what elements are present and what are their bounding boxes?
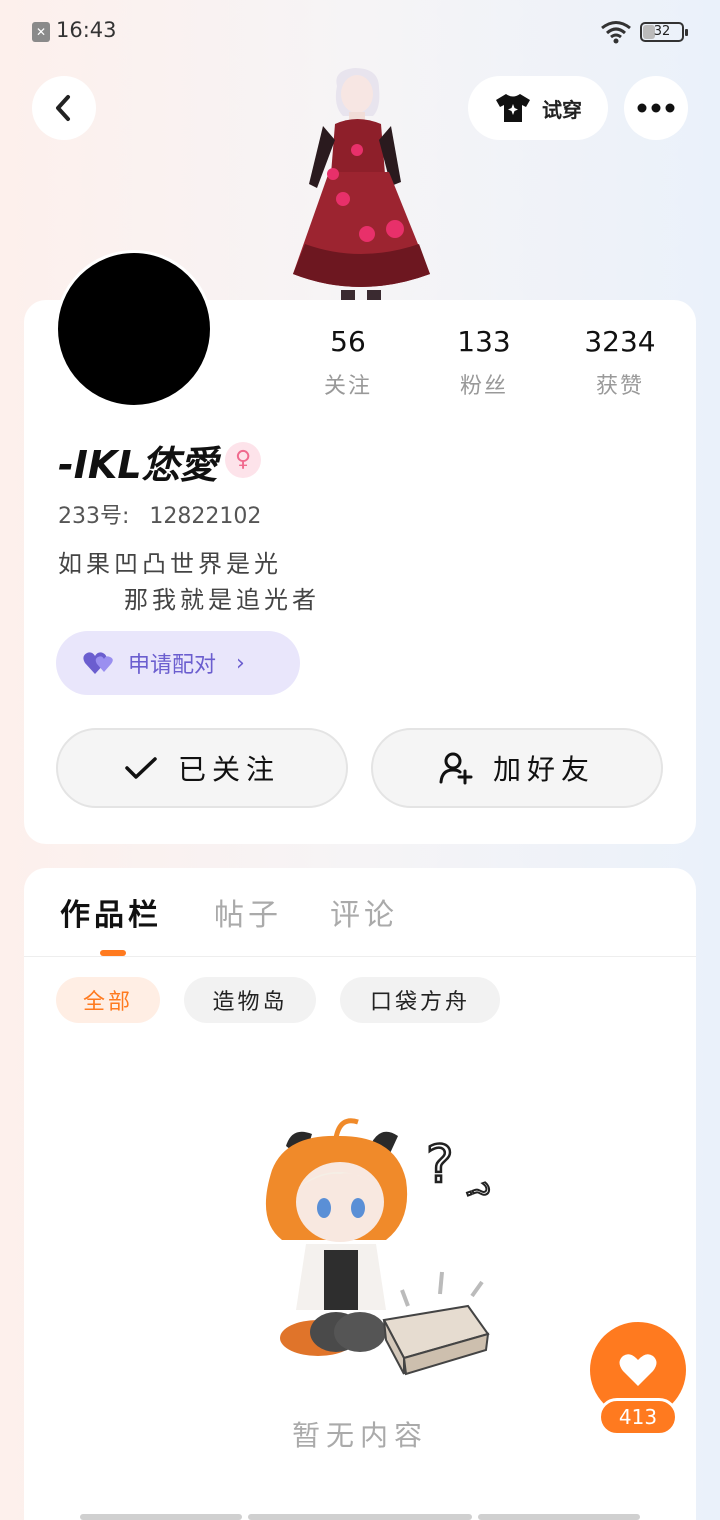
empty-state-illustration: ? ? — [265, 1118, 497, 1376]
tshirt-icon — [496, 94, 530, 122]
user-id-label: 233号: — [58, 504, 130, 529]
chevron-left-icon — [56, 95, 70, 121]
followed-label: 已关注 — [177, 753, 280, 786]
avatar-character-image — [293, 68, 430, 300]
add-friend-button[interactable]: 加好友 — [371, 728, 663, 808]
try-on-label: 试穿 — [542, 97, 582, 122]
status-bar: ✕ 16:43 32 — [0, 0, 720, 64]
avatar[interactable] — [55, 250, 213, 408]
filter-pocket-ark[interactable]: 口袋方舟 — [340, 977, 500, 1023]
female-icon: ♀ — [225, 442, 261, 478]
tab-works[interactable]: 作品栏 — [60, 890, 162, 934]
more-dots-icon — [637, 103, 675, 113]
tab-comments[interactable]: 评论 — [330, 890, 398, 934]
add-user-icon — [439, 752, 473, 785]
stat-likes[interactable]: 3234 获赞 — [560, 322, 680, 400]
apply-pair-label: 申请配对 — [128, 653, 217, 678]
wifi-icon — [601, 21, 631, 44]
stat-following[interactable]: 56 关注 — [288, 322, 408, 400]
user-id: 233号: 12822102 — [58, 498, 261, 530]
followed-button[interactable]: 已关注 — [56, 728, 348, 808]
add-friend-label: 加好友 — [492, 753, 595, 786]
nickname: -IKL恷愛 — [58, 443, 218, 487]
notification-icon: ✕ — [32, 22, 50, 42]
battery-icon: 32 — [640, 22, 688, 42]
content-thumbnail-edge — [248, 1514, 472, 1520]
heart-icon — [619, 1354, 657, 1386]
tab-divider — [24, 956, 696, 957]
filter-all[interactable]: 全部 — [56, 977, 160, 1023]
svg-text:?: ? — [426, 1135, 454, 1195]
bio-line-2: 那我就是追光者 — [124, 586, 320, 614]
svg-text:?: ? — [458, 1178, 496, 1205]
user-id-value: 12822102 — [149, 504, 262, 529]
apply-pair-button[interactable]: 申请配对 › — [56, 631, 300, 695]
like-count-badge: 413 — [598, 1398, 678, 1436]
content-thumbnail-edge — [478, 1514, 640, 1520]
status-time: 16:43 — [56, 18, 117, 42]
back-button[interactable] — [32, 76, 96, 140]
more-button[interactable] — [624, 76, 688, 140]
check-icon — [125, 757, 157, 779]
tab-posts[interactable]: 帖子 — [214, 890, 282, 934]
chevron-right-icon: › — [236, 650, 245, 676]
try-on-button[interactable]: 试穿 — [468, 76, 608, 140]
content-thumbnail-edge — [80, 1514, 242, 1520]
stat-fans[interactable]: 133 粉丝 — [424, 322, 544, 400]
bio-line-1: 如果凹凸世界是光 — [58, 550, 282, 578]
filter-creation-island[interactable]: 造物岛 — [184, 977, 316, 1023]
hearts-icon — [83, 652, 113, 674]
